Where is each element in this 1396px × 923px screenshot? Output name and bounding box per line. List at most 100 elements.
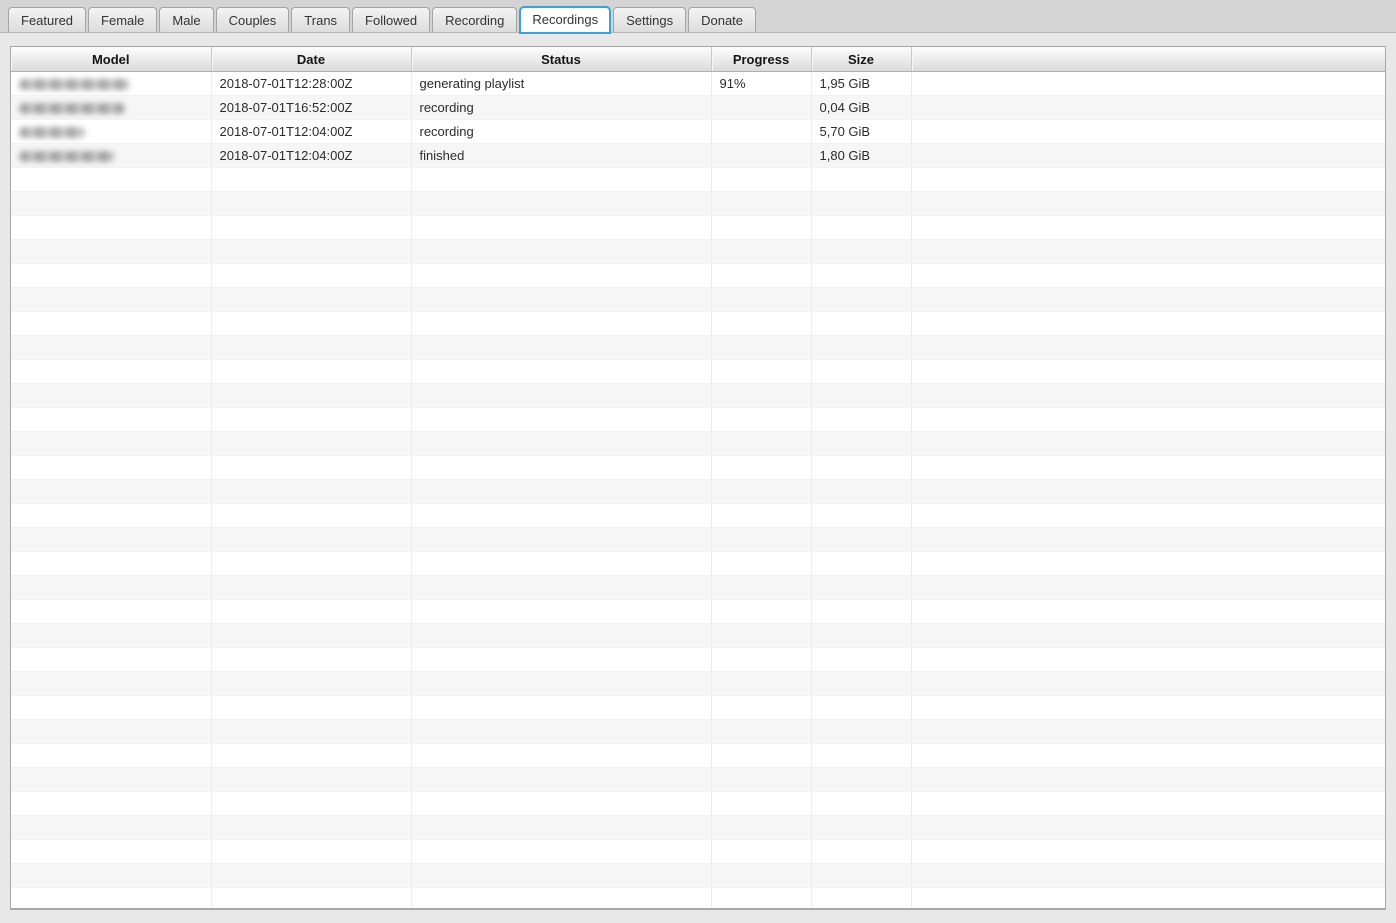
empty-row [11,863,1385,888]
empty-cell [711,263,812,288]
empty-cell [911,839,1385,864]
empty-cell [711,311,812,336]
empty-cell [911,479,1385,504]
empty-cell [811,455,912,480]
empty-cell [711,239,812,264]
empty-cell [811,191,912,216]
empty-row [11,431,1385,456]
empty-cell [411,407,712,432]
empty-cell [711,527,812,552]
empty-row [11,407,1385,432]
empty-cell [711,335,812,360]
empty-cell [411,431,712,456]
empty-cell [211,863,412,888]
empty-row [11,167,1385,192]
empty-cell [11,335,212,360]
cell-date: 2018-07-01T12:04:00Z [211,119,412,144]
tab-couples[interactable]: Couples [215,7,290,33]
empty-cell [911,695,1385,720]
empty-cell [11,647,212,672]
column-header-date[interactable]: Date [211,47,412,72]
empty-cell [411,623,712,648]
empty-cell [411,311,712,336]
empty-cell [811,647,912,672]
tab-trans[interactable]: Trans [291,7,351,33]
cell-progress [711,95,812,120]
cell-status: generating playlist [411,71,712,96]
empty-row [11,719,1385,744]
empty-cell [911,575,1385,600]
empty-row [11,311,1385,336]
empty-cell [911,431,1385,456]
empty-cell [911,767,1385,792]
empty-cell [211,311,412,336]
empty-cell [811,791,912,816]
empty-cell [11,527,212,552]
recording-row[interactable]: 2018-07-01T12:04:00Z recording 5,70 GiB [11,119,1385,144]
empty-cell [211,503,412,528]
empty-cell [711,767,812,792]
empty-cell [811,335,912,360]
empty-cell [11,671,212,696]
tab-featured[interactable]: Featured [8,7,87,33]
tab-recordings[interactable]: Recordings [519,6,612,34]
empty-row [11,815,1385,840]
empty-cell [911,863,1385,888]
empty-cell [911,791,1385,816]
empty-cell [811,671,912,696]
empty-cell [11,383,212,408]
cell-model [11,95,212,120]
empty-cell [211,815,412,840]
empty-cell [811,407,912,432]
empty-cell [811,743,912,768]
empty-row [11,839,1385,864]
cell-filler [911,143,1385,168]
empty-cell [911,551,1385,576]
empty-cell [211,887,412,908]
cell-filler [911,71,1385,96]
empty-cell [11,479,212,504]
empty-cell [411,575,712,600]
tab-female[interactable]: Female [88,7,158,33]
cell-size: 0,04 GiB [811,95,912,120]
cell-status: recording [411,119,712,144]
empty-cell [911,191,1385,216]
tab-donate[interactable]: Donate [688,7,757,33]
empty-cell [811,383,912,408]
empty-cell [211,335,412,360]
empty-row [11,503,1385,528]
empty-cell [411,263,712,288]
recording-row[interactable]: 2018-07-01T12:28:00Z generating playlist 9… [11,71,1385,96]
cell-filler [911,119,1385,144]
empty-cell [811,815,912,840]
column-header-size[interactable]: Size [811,47,912,72]
empty-cell [811,311,912,336]
empty-row [11,239,1385,264]
empty-cell [11,743,212,768]
empty-row [11,527,1385,552]
empty-cell [11,191,212,216]
tab-male[interactable]: Male [159,7,214,33]
empty-row [11,887,1385,908]
tab-recording[interactable]: Recording [432,7,518,33]
recording-row[interactable]: 2018-07-01T16:52:00Z recording 0,04 GiB [11,95,1385,120]
cell-status: recording [411,95,712,120]
column-header-model[interactable]: Model [11,47,212,72]
tab-settings[interactable]: Settings [613,7,687,33]
column-header-progress[interactable]: Progress [711,47,812,72]
empty-cell [911,455,1385,480]
column-header-filler [911,47,1385,72]
cell-progress [711,143,812,168]
tab-followed[interactable]: Followed [352,7,431,33]
empty-cell [711,743,812,768]
empty-cell [911,599,1385,624]
cell-status: finished [411,143,712,168]
empty-cell [711,383,812,408]
empty-cell [711,719,812,744]
tab-strip: Featured Female Male Couples Trans Followed Re… [8,6,758,34]
column-header-status[interactable]: Status [411,47,712,72]
empty-cell [811,215,912,240]
empty-cell [711,431,812,456]
empty-cell [711,671,812,696]
recording-row[interactable]: 2018-07-01T12:04:00Z finished 1,80 GiB [11,143,1385,168]
